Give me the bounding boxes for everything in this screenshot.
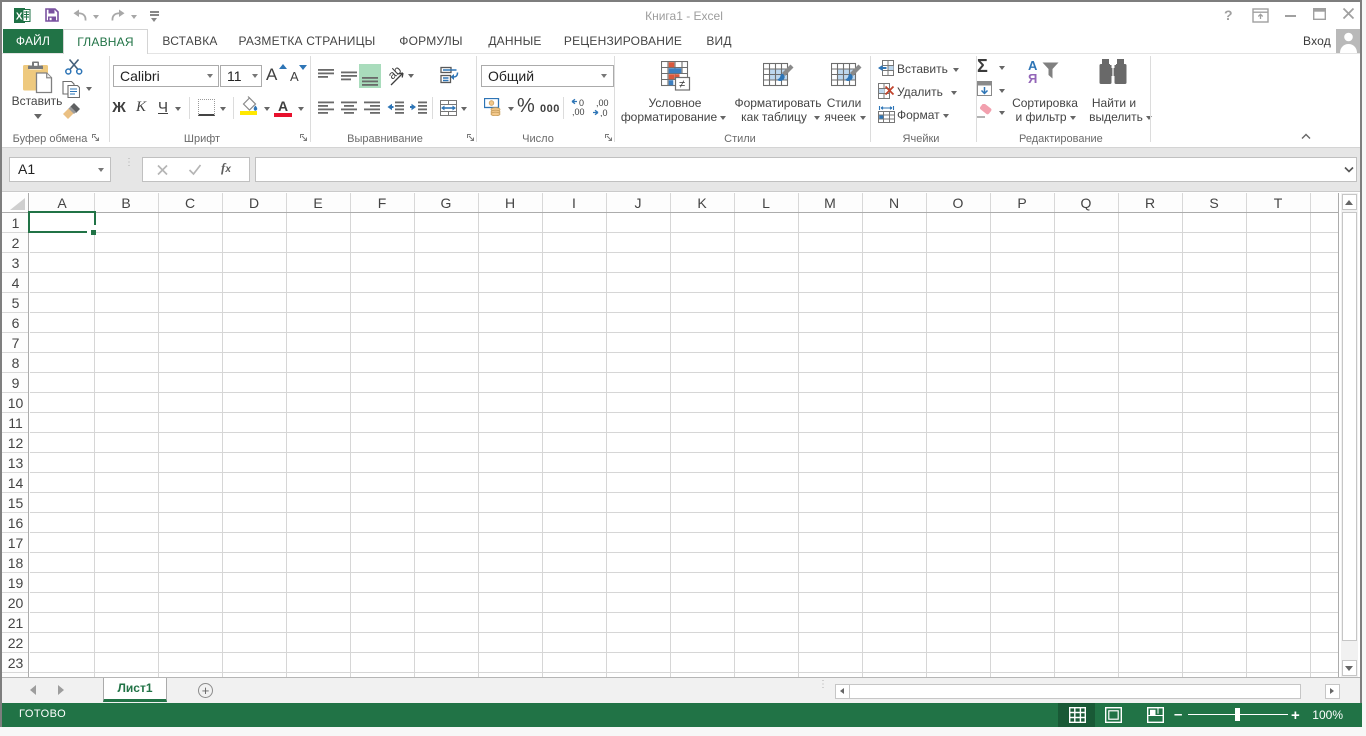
svg-text:≠: ≠ bbox=[679, 79, 685, 91]
svg-text:,00: ,00 bbox=[596, 98, 609, 108]
svg-text:X: X bbox=[16, 12, 23, 23]
svg-text:,00: ,00 bbox=[572, 107, 585, 117]
